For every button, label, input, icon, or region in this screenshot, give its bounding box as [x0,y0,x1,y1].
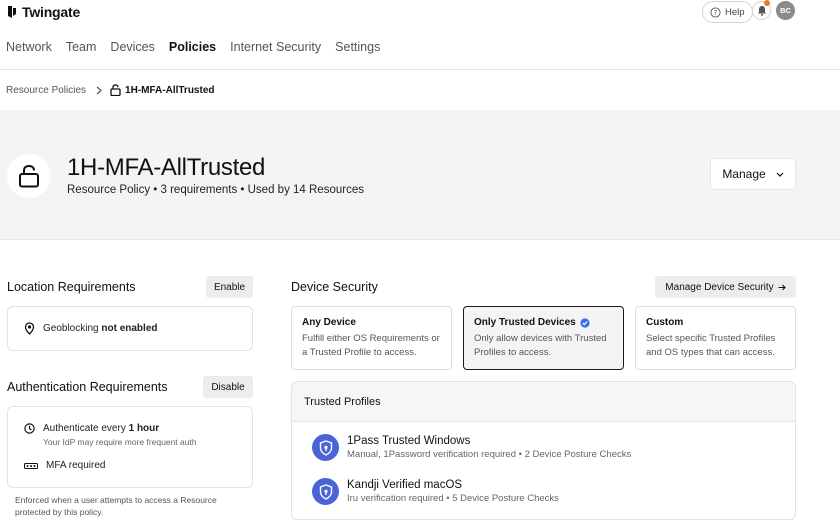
password-dots-icon [24,462,38,469]
policy-header: 1H-MFA-AllTrusted Resource Policy • 3 re… [0,110,840,240]
geoblocking-label: Geoblocking [43,323,99,334]
trusted-profile-name: 1Pass Trusted Windows [347,435,471,447]
geoblocking-row: Geoblocking not enabled [24,322,158,335]
option-any-device[interactable]: Any Device Fulfill either OS Requirement… [291,306,452,370]
avatar[interactable]: BC [776,1,795,20]
page-title: 1H-MFA-AllTrusted [67,154,266,181]
option-custom[interactable]: Custom Select specific Trusted Profiles … [635,306,796,370]
map-pin-icon [24,322,35,335]
disable-auth-button[interactable]: Disable [203,376,253,398]
device-security-title: Device Security [291,280,378,294]
enable-location-button[interactable]: Enable [206,276,253,298]
reauth-interval: 1 hour [128,423,160,434]
reauth-prefix: Authenticate every [43,423,126,434]
shield-badge [312,434,339,461]
help-button[interactable]: ? Help [702,1,753,23]
option-any-device-title: Any Device [302,317,356,328]
help-label: Help [725,6,745,18]
clock-icon [24,423,35,434]
bell-icon [757,6,766,16]
trusted-profiles-card: Trusted Profiles 1Pass Trusted Windows M… [291,381,796,520]
option-custom-title: Custom [646,317,684,328]
auth-card: Authenticate every 1 hour Your IdP may r… [7,406,253,488]
trusted-profile-meta: Iru verification required • 5 Device Pos… [347,493,559,504]
trusted-profile-item[interactable]: Kandji Verified macOS Iru verification r… [312,478,559,505]
auth-footnote: Enforced when a user attempts to access … [15,495,217,517]
mfa-row: MFA required [24,460,105,471]
breadcrumb: Resource Policies 1H-MFA-AllTrusted [6,82,215,98]
mfa-label: MFA required [46,460,106,471]
nav-internet-security[interactable]: Internet Security [230,40,321,54]
policy-icon [7,154,51,198]
nav-team[interactable]: Team [66,40,97,54]
brand[interactable]: Twingate [6,4,80,20]
lock-icon [19,164,39,188]
main-nav: Network Team Devices Policies Internet S… [6,40,380,54]
breadcrumb-current: 1H-MFA-AllTrusted [125,84,215,96]
option-custom-desc: Select specific Trusted Profiles and OS … [646,333,776,358]
trusted-profile-item[interactable]: 1Pass Trusted Windows Manual, 1Password … [312,434,631,461]
nav-network[interactable]: Network [6,40,52,54]
notification-dot [764,0,770,6]
location-requirements-title: Location Requirements [7,280,136,294]
reauth-hint: Your IdP may require more frequent auth [43,437,197,447]
help-circle-icon: ? [710,6,721,18]
top-bar: Twingate Network Team Devices Policies I… [0,0,840,70]
twingate-logo-icon [8,6,16,18]
shield-icon [319,439,332,456]
arrow-right-icon [778,284,786,290]
manage-button[interactable]: Manage [710,158,796,190]
auth-requirements-title: Authentication Requirements [7,380,168,394]
chevron-down-icon [776,172,784,177]
brand-name: Twingate [22,4,81,20]
option-only-trusted-desc: Only allow devices with Trusted Profiles… [474,333,607,358]
policy-summary: Resource Policy • 3 requirements • Used … [67,184,364,196]
verified-check-icon [580,317,590,328]
trusted-profile-meta: Manual, 1Password verification required … [347,449,632,460]
shield-badge [312,478,339,505]
svg-text:?: ? [714,8,718,16]
nav-policies[interactable]: Policies [169,40,216,54]
manage-label: Manage [722,167,766,181]
manage-device-security-button[interactable]: Manage Device Security [655,276,796,298]
location-card: Geoblocking not enabled [7,306,253,351]
option-only-trusted-devices[interactable]: Only Trusted Devices Only allow devices … [463,306,624,370]
breadcrumb-parent[interactable]: Resource Policies [6,85,86,96]
geoblocking-status: not enabled [101,323,158,334]
shield-icon [319,483,332,500]
trusted-profile-name: Kandji Verified macOS [347,479,463,491]
nav-devices[interactable]: Devices [110,40,154,54]
option-any-device-desc: Fulfill either OS Requirements or a Trus… [302,333,440,358]
lock-icon [110,84,121,96]
option-only-trusted-title: Only Trusted Devices [474,317,576,328]
nav-settings[interactable]: Settings [335,40,380,54]
trusted-profiles-title: Trusted Profiles [292,382,795,422]
reauth-row: Authenticate every 1 hour [24,423,159,434]
manage-device-security-label: Manage Device Security [665,281,774,293]
chevron-right-icon [96,86,102,94]
